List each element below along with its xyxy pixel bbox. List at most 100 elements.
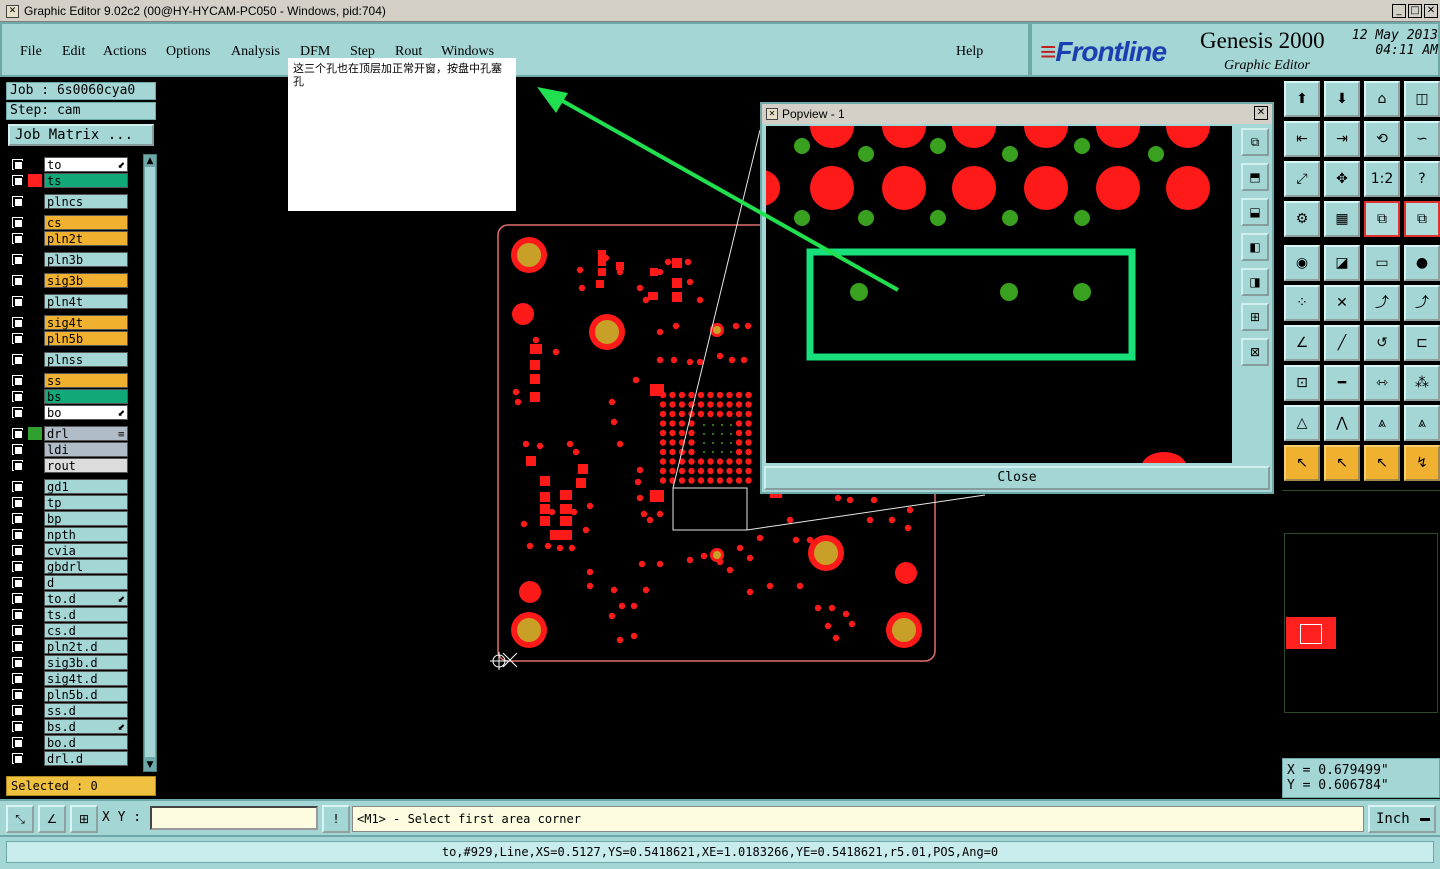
job-matrix-button[interactable]: Job Matrix ... bbox=[8, 124, 154, 146]
layer-row-tp[interactable]: tp bbox=[8, 495, 128, 510]
info-button[interactable]: ! bbox=[322, 805, 350, 833]
layer-list-scrollbar[interactable]: ▲ ▼ bbox=[143, 154, 157, 772]
popview-tool-4-icon[interactable]: ◧ bbox=[1241, 233, 1269, 261]
pan-right-icon[interactable]: ⇥ bbox=[1324, 121, 1360, 157]
profile-2-icon[interactable]: ⩓ bbox=[1404, 405, 1440, 441]
layer-row-sig3b-d[interactable]: sig3b.d bbox=[8, 655, 128, 670]
layer-row-pln2t[interactable]: pln2t bbox=[8, 231, 128, 246]
layer-checkbox[interactable] bbox=[12, 317, 23, 328]
layer-checkbox[interactable] bbox=[12, 233, 23, 244]
popview-tool-7-icon[interactable]: ⊠ bbox=[1241, 338, 1269, 366]
arc-icon[interactable]: ╱ bbox=[1324, 325, 1360, 361]
layer-checkbox[interactable] bbox=[12, 159, 23, 170]
layer-color-swatch[interactable] bbox=[28, 158, 42, 171]
measure-icon[interactable]: ⇿ bbox=[1364, 365, 1400, 401]
profile-icon[interactable]: ⩓ bbox=[1364, 405, 1400, 441]
layer-name[interactable]: gbdrl bbox=[44, 559, 128, 574]
scroll-thumb[interactable] bbox=[145, 167, 155, 757]
layer-row-ss-d[interactable]: ss.d bbox=[8, 703, 128, 718]
layer-checkbox[interactable] bbox=[12, 275, 23, 286]
layer-checkbox[interactable] bbox=[12, 737, 23, 748]
layer-row-to[interactable]: to ⬋ bbox=[8, 157, 128, 172]
grid-icon[interactable]: ▦ bbox=[1324, 201, 1360, 237]
layer-checkbox[interactable] bbox=[12, 673, 23, 684]
line-width-icon[interactable]: ━ bbox=[1324, 365, 1360, 401]
layer-row-gd1[interactable]: gd1 bbox=[8, 479, 128, 494]
layer-checkbox[interactable] bbox=[12, 561, 23, 572]
fit-icon[interactable]: ⤢ bbox=[1284, 161, 1320, 197]
layer-checkbox[interactable] bbox=[12, 217, 23, 228]
layer-checkbox[interactable] bbox=[12, 333, 23, 344]
layer-checkbox[interactable] bbox=[12, 175, 23, 186]
layer-row-rout[interactable]: rout bbox=[8, 458, 128, 473]
layer-name[interactable]: tp bbox=[44, 495, 128, 510]
layer-row-cvia[interactable]: cvia bbox=[8, 543, 128, 558]
layer-name[interactable]: cs bbox=[44, 215, 128, 230]
layer-row-pln5b-d[interactable]: pln5b.d bbox=[8, 687, 128, 702]
layer-checkbox[interactable] bbox=[12, 513, 23, 524]
layer-checkbox[interactable] bbox=[12, 196, 23, 207]
xy-input[interactable] bbox=[150, 806, 318, 830]
layer-checkbox[interactable] bbox=[12, 354, 23, 365]
menu-analysis[interactable]: Analysis bbox=[231, 44, 280, 60]
layer-row-cs-d[interactable]: cs.d bbox=[8, 623, 128, 638]
window-split-icon[interactable]: ◫ bbox=[1404, 81, 1440, 117]
layer-row-ss[interactable]: ss bbox=[8, 373, 128, 388]
close-window-button[interactable]: ✕ bbox=[1424, 4, 1438, 18]
layer-row-sig3b[interactable]: sig3b bbox=[8, 273, 128, 288]
scroll-down-icon[interactable]: ▼ bbox=[144, 759, 156, 771]
layer-name[interactable]: pln3b bbox=[44, 252, 128, 267]
undo-view-icon[interactable]: ⟲ bbox=[1364, 121, 1400, 157]
popview-tool-1-icon[interactable]: ⧉ bbox=[1241, 128, 1269, 156]
layer-row-sig4t-d[interactable]: sig4t.d bbox=[8, 671, 128, 686]
resize-icon[interactable]: ⊡ bbox=[1284, 365, 1320, 401]
connect-icon[interactable]: ⁘ bbox=[1284, 285, 1320, 321]
delete-icon[interactable]: ✕ bbox=[1324, 285, 1360, 321]
redraw-icon[interactable]: ∽ bbox=[1404, 121, 1440, 157]
layer-row-bs-d[interactable]: bs.d ⬋ bbox=[8, 719, 128, 734]
layer-row-bs[interactable]: bs bbox=[8, 389, 128, 404]
layer-row-drl[interactable]: drl ≡ bbox=[8, 426, 128, 441]
layer-name[interactable]: d bbox=[44, 575, 128, 590]
snap-tool-icon[interactable]: ⤡ bbox=[6, 805, 34, 833]
layer-name[interactable]: rout bbox=[44, 458, 128, 473]
layer-name[interactable]: pln2t bbox=[44, 231, 128, 246]
circle-icon[interactable]: ● bbox=[1404, 245, 1440, 281]
menu-edit[interactable]: Edit bbox=[62, 44, 85, 60]
layer-name[interactable]: ts.d bbox=[44, 607, 128, 622]
grid-tool-icon[interactable]: ⊞ bbox=[70, 805, 98, 833]
layer-name[interactable]: ss.d bbox=[44, 703, 128, 718]
scatter-icon[interactable]: ⁂ bbox=[1404, 365, 1440, 401]
pan-left-icon[interactable]: ⇤ bbox=[1284, 121, 1320, 157]
layer-name[interactable]: bs.d ⬋ bbox=[44, 719, 128, 734]
layer-row-pln5b[interactable]: pln5b bbox=[8, 331, 128, 346]
layer-name[interactable]: ts bbox=[44, 173, 128, 188]
layer-name[interactable]: pln2t.d bbox=[44, 639, 128, 654]
layer-checkbox[interactable] bbox=[12, 391, 23, 402]
layer-row-pln4t[interactable]: pln4t bbox=[8, 294, 128, 309]
layer-checkbox[interactable] bbox=[12, 641, 23, 652]
menu-options[interactable]: Options bbox=[166, 44, 210, 60]
layer-row-ts[interactable]: ts bbox=[8, 173, 128, 188]
popview-window[interactable]: Popview - 1 ✕ ✕ ⧉ ⬒ ⬓ ◧ ◨ ⊞ ⊠ Close bbox=[760, 102, 1274, 494]
layer-name[interactable]: to.d ⬋ bbox=[44, 591, 128, 606]
line-icon[interactable]: ∠ bbox=[1284, 325, 1320, 361]
overview-panel[interactable] bbox=[1282, 490, 1440, 758]
layer-row-d[interactable]: d bbox=[8, 575, 128, 590]
pad-add-icon[interactable]: ◉ bbox=[1284, 245, 1320, 281]
scroll-up-icon[interactable]: ▲ bbox=[144, 155, 156, 167]
rotate-icon[interactable]: ↺ bbox=[1364, 325, 1400, 361]
layer-checkbox[interactable] bbox=[12, 609, 23, 620]
ruler-icon[interactable]: ▭ bbox=[1364, 245, 1400, 281]
move-view-icon[interactable]: ✥ bbox=[1324, 161, 1360, 197]
popview-tool-5-icon[interactable]: ◨ bbox=[1241, 268, 1269, 296]
home-icon[interactable]: ⌂ bbox=[1364, 81, 1400, 117]
layer-name[interactable]: npth bbox=[44, 527, 128, 542]
layer-name[interactable]: pln5b bbox=[44, 331, 128, 346]
popview-close-button[interactable]: Close bbox=[764, 466, 1270, 490]
layer-checkbox[interactable] bbox=[12, 689, 23, 700]
menu-help[interactable]: Help bbox=[956, 44, 983, 60]
layer-name[interactable]: cs.d bbox=[44, 623, 128, 638]
move-icon[interactable]: ⤴ bbox=[1364, 285, 1400, 321]
layer-color-swatch[interactable] bbox=[28, 427, 42, 440]
